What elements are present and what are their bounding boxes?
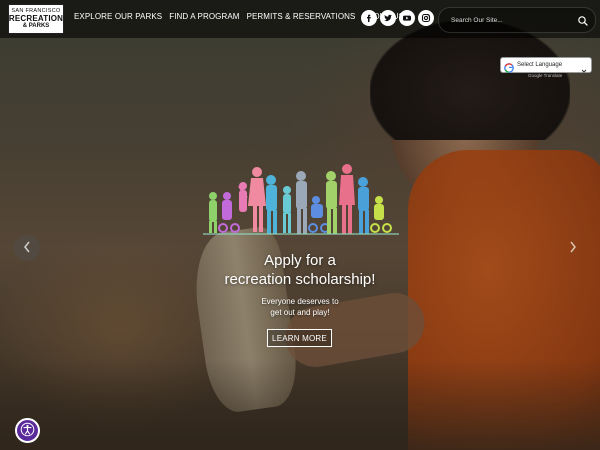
slide-title: Apply for a recreation scholarship!: [0, 251, 600, 289]
instagram-icon[interactable]: [418, 10, 434, 26]
silhouette-figure: [218, 192, 240, 233]
slide-subtitle-line-2: get out and play!: [270, 308, 330, 317]
logo-line-3: & PARKS: [22, 22, 50, 29]
silhouette-figure: [358, 177, 369, 234]
language-select-label: Select Language: [517, 62, 563, 68]
silhouette-figure: [209, 192, 217, 233]
accessibility-button[interactable]: [15, 418, 40, 443]
learn-more-button[interactable]: LEARN MORE: [267, 329, 332, 347]
language-select[interactable]: Select Language: [500, 57, 592, 73]
facebook-icon[interactable]: [361, 10, 377, 26]
silhouette-figure: [266, 175, 277, 234]
google-icon: [504, 60, 514, 73]
main-menu: EXPLORE OUR PARKS FIND A PROGRAM PERMITS…: [74, 12, 404, 21]
silhouette-figure: [339, 164, 355, 234]
chevron-down-icon: [581, 61, 587, 73]
powered-by-google-translate: Google Translate: [528, 73, 563, 78]
logo-line-2: RECREATION: [8, 13, 64, 23]
youtube-icon[interactable]: [399, 10, 415, 26]
slide-subtitle: Everyone deserves to get out and play!: [0, 296, 600, 318]
slide-title-line-1: Apply for a: [264, 252, 336, 269]
silhouette-figure: [248, 167, 266, 232]
nav-explore-our-parks[interactable]: EXPLORE OUR PARKS: [74, 12, 162, 21]
people-silhouettes-graphic: [203, 164, 399, 236]
slide-title-line-2: recreation scholarship!: [224, 271, 376, 288]
silhouette-figure: [238, 182, 248, 212]
site-logo[interactable]: SAN FRANCISCO RECREATION & PARKS: [8, 4, 64, 34]
silhouette-figure: [370, 196, 392, 233]
search-input[interactable]: [449, 11, 571, 29]
top-navigation: SAN FRANCISCO RECREATION & PARKS EXPLORE…: [0, 0, 600, 38]
silhouette-figure: [296, 171, 307, 234]
twitter-icon[interactable]: [380, 10, 396, 26]
nav-find-a-program[interactable]: FIND A PROGRAM: [169, 12, 239, 21]
silhouette-figure: [283, 186, 291, 233]
search-icon[interactable]: [577, 14, 589, 26]
social-links: [361, 10, 434, 26]
site-search: [438, 7, 596, 33]
silhouette-figure: [326, 171, 337, 234]
nav-permits-reservations[interactable]: PERMITS & RESERVATIONS: [247, 12, 356, 21]
accessibility-icon: [20, 422, 35, 440]
slide-subtitle-line-1: Everyone deserves to: [261, 297, 339, 306]
